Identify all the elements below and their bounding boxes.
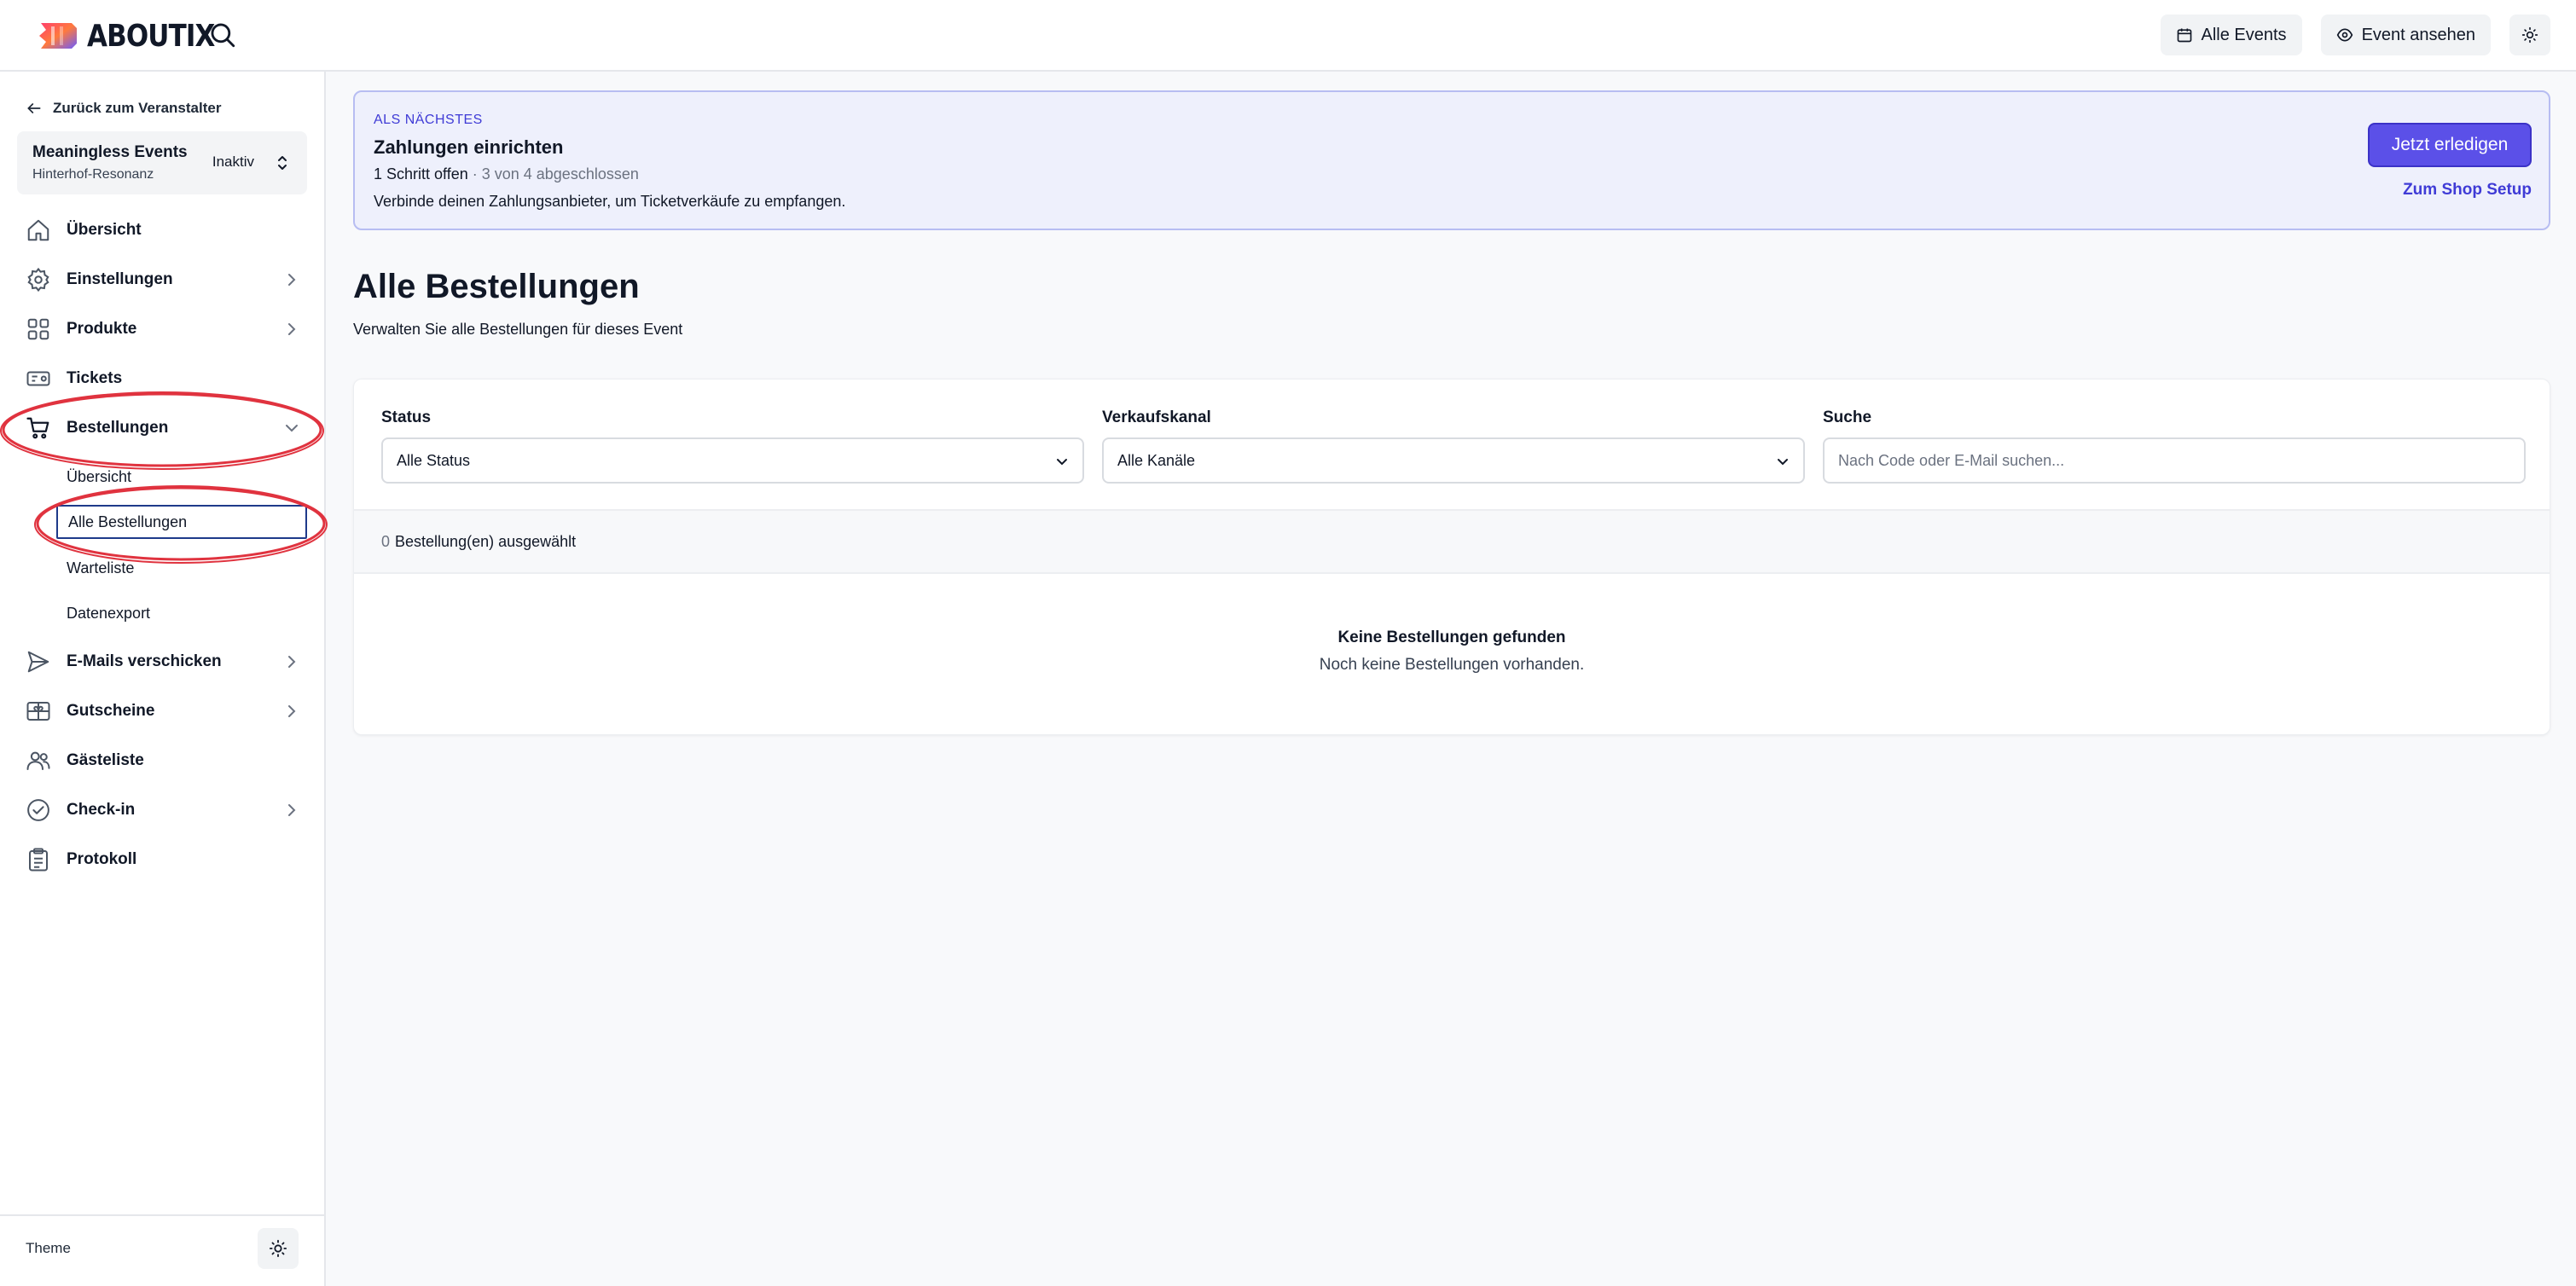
chevron-down-icon — [1057, 459, 1067, 466]
check-circle-icon — [27, 799, 49, 821]
do-it-now-button[interactable]: Jetzt erledigen — [2368, 123, 2532, 167]
sidebar-item-guestlist[interactable]: Gästeliste — [26, 744, 300, 778]
next-step-banner: ALS NÄCHSTES Zahlungen einrichten 1 Schr… — [353, 90, 2550, 230]
all-events-label: Alle Events — [2201, 25, 2287, 44]
sidebar-item-label: Protokoll — [67, 850, 137, 868]
steps-done: · 3 von 4 abgeschlossen — [467, 165, 639, 182]
sidebar-item-label: Tickets — [67, 369, 123, 387]
sidebar-item-log[interactable]: Protokoll — [26, 843, 300, 877]
home-icon — [27, 219, 49, 241]
sidebar-item-check-in[interactable]: Check-in — [26, 793, 300, 827]
chevron-down-icon — [286, 425, 298, 432]
orders-card: Status Alle Status Verkaufskanal Alle Ka… — [353, 379, 2550, 735]
status-filter-select[interactable]: Alle Status — [381, 437, 1084, 484]
sidebar-item-label: Einstellungen — [67, 270, 173, 288]
sidebar-subitem-all-orders[interactable]: Alle Bestellungen — [56, 505, 307, 539]
chevron-right-icon — [288, 656, 296, 668]
arrow-left-icon — [27, 103, 41, 113]
eye-icon — [2336, 28, 2353, 42]
empty-state-title: Keine Bestellungen gefunden — [1337, 629, 1566, 646]
page-subtitle: Verwalten Sie alle Bestellungen für dies… — [353, 321, 683, 338]
main-content: ALS NÄCHSTES Zahlungen einrichten 1 Schr… — [328, 72, 2576, 1286]
view-event-label: Event ansehen — [2361, 25, 2475, 44]
sidebar-subitem-waitlist[interactable]: Warteliste — [56, 551, 307, 585]
sidebar-item-label: E-Mails verschicken — [67, 652, 222, 670]
ticket-icon — [26, 371, 50, 386]
event-status: Inaktiv — [212, 154, 254, 170]
sun-icon — [2521, 26, 2538, 43]
users-icon — [26, 751, 50, 770]
channel-filter-label: Verkaufskanal — [1102, 408, 1211, 426]
event-switcher[interactable]: Meaningless Events Hinterhof-Resonanz In… — [17, 131, 307, 194]
sun-icon — [269, 1239, 287, 1258]
sidebar-item-settings[interactable]: Einstellungen — [26, 263, 300, 297]
sidebar-item-products[interactable]: Produkte — [26, 312, 300, 346]
sidebar-item-label: Check-in — [67, 801, 136, 819]
venue-name: Hinterhof-Resonanz — [32, 167, 154, 182]
chevron-right-icon — [288, 323, 296, 335]
selected-label: Bestellung(en) ausgewählt — [395, 532, 577, 550]
selection-bar: 0 Bestellung(en) ausgewählt — [354, 509, 2550, 574]
chevron-down-icon — [1778, 459, 1788, 466]
shop-setup-link[interactable]: Zum Shop Setup — [2403, 181, 2532, 200]
banner-progress: 1 Schritt offen · 3 von 4 abgeschlossen — [374, 165, 639, 183]
top-bar: ABOUTIX Alle Events Event ansehen — [0, 0, 2576, 72]
brand-logo[interactable]: ABOUTIX — [38, 17, 235, 55]
sidebar-theme-toggle[interactable] — [258, 1228, 299, 1269]
sidebar-item-label: Übersicht — [67, 221, 142, 239]
clipboard-icon — [29, 848, 48, 872]
theme-label: Theme — [26, 1240, 71, 1256]
steps-open: 1 Schritt offen — [374, 165, 468, 182]
sidebar-item-label: Bestellungen — [67, 419, 169, 437]
org-name: Meaningless Events — [32, 143, 188, 161]
sidebar-item-label: Produkte — [67, 320, 137, 338]
gear-icon — [27, 267, 49, 293]
sidebar-item-overview[interactable]: Übersicht — [26, 213, 300, 247]
sidebar-subitem-orders-overview[interactable]: Übersicht — [56, 460, 307, 494]
status-filter-label: Status — [381, 408, 432, 426]
logo-mark-icon — [39, 23, 77, 49]
empty-state-subtitle: Noch keine Bestellungen vorhanden. — [1319, 656, 1585, 674]
chevron-up-down-icon — [278, 156, 287, 170]
page-title: Alle Bestellungen — [353, 268, 640, 305]
channel-filter-value: Alle Kanäle — [1117, 451, 1196, 469]
sidebar-item-orders[interactable]: Bestellungen — [26, 411, 300, 445]
selected-count: 0 — [381, 532, 391, 550]
back-to-organizer-link[interactable]: Zurück zum Veranstalter — [26, 96, 221, 121]
search-icon[interactable] — [208, 20, 237, 49]
sidebar-item-vouchers[interactable]: Gutscheine — [26, 694, 300, 728]
banner-kicker: ALS NÄCHSTES — [374, 113, 483, 127]
chevron-right-icon — [288, 274, 296, 286]
search-filter-label: Suche — [1823, 408, 1872, 426]
header-actions: Alle Events Event ansehen — [2160, 14, 2550, 55]
view-event-button[interactable]: Event ansehen — [2320, 14, 2491, 55]
sidebar-subitem-data-export[interactable]: Datenexport — [56, 596, 307, 630]
status-filter-value: Alle Status — [397, 451, 471, 469]
channel-filter-select[interactable]: Alle Kanäle — [1102, 437, 1805, 484]
sidebar-item-send-emails[interactable]: E-Mails verschicken — [26, 645, 300, 679]
order-search-input[interactable] — [1823, 437, 2526, 484]
sidebar-item-label: Gutscheine — [67, 702, 155, 720]
sidebar-footer: Theme — [0, 1214, 324, 1286]
grid-icon — [27, 318, 49, 340]
sidebar: Zurück zum Veranstalter Meaningless Even… — [0, 72, 328, 1286]
sidebar-item-label: Gästeliste — [67, 751, 144, 769]
brand-name: ABOUTIX — [87, 18, 215, 54]
chevron-right-icon — [288, 804, 296, 816]
voucher-icon — [26, 702, 50, 721]
banner-title: Zahlungen einrichten — [374, 136, 564, 158]
all-events-button[interactable]: Alle Events — [2160, 14, 2302, 55]
back-link-label: Zurück zum Veranstalter — [53, 100, 222, 116]
banner-description: Verbinde deinen Zahlungsanbieter, um Tic… — [374, 193, 846, 210]
send-icon — [27, 651, 49, 673]
calendar-icon — [2177, 28, 2191, 43]
cart-icon — [26, 417, 49, 439]
theme-toggle-button[interactable] — [2509, 14, 2550, 55]
chevron-right-icon — [288, 705, 296, 717]
sidebar-item-tickets[interactable]: Tickets — [26, 362, 300, 396]
